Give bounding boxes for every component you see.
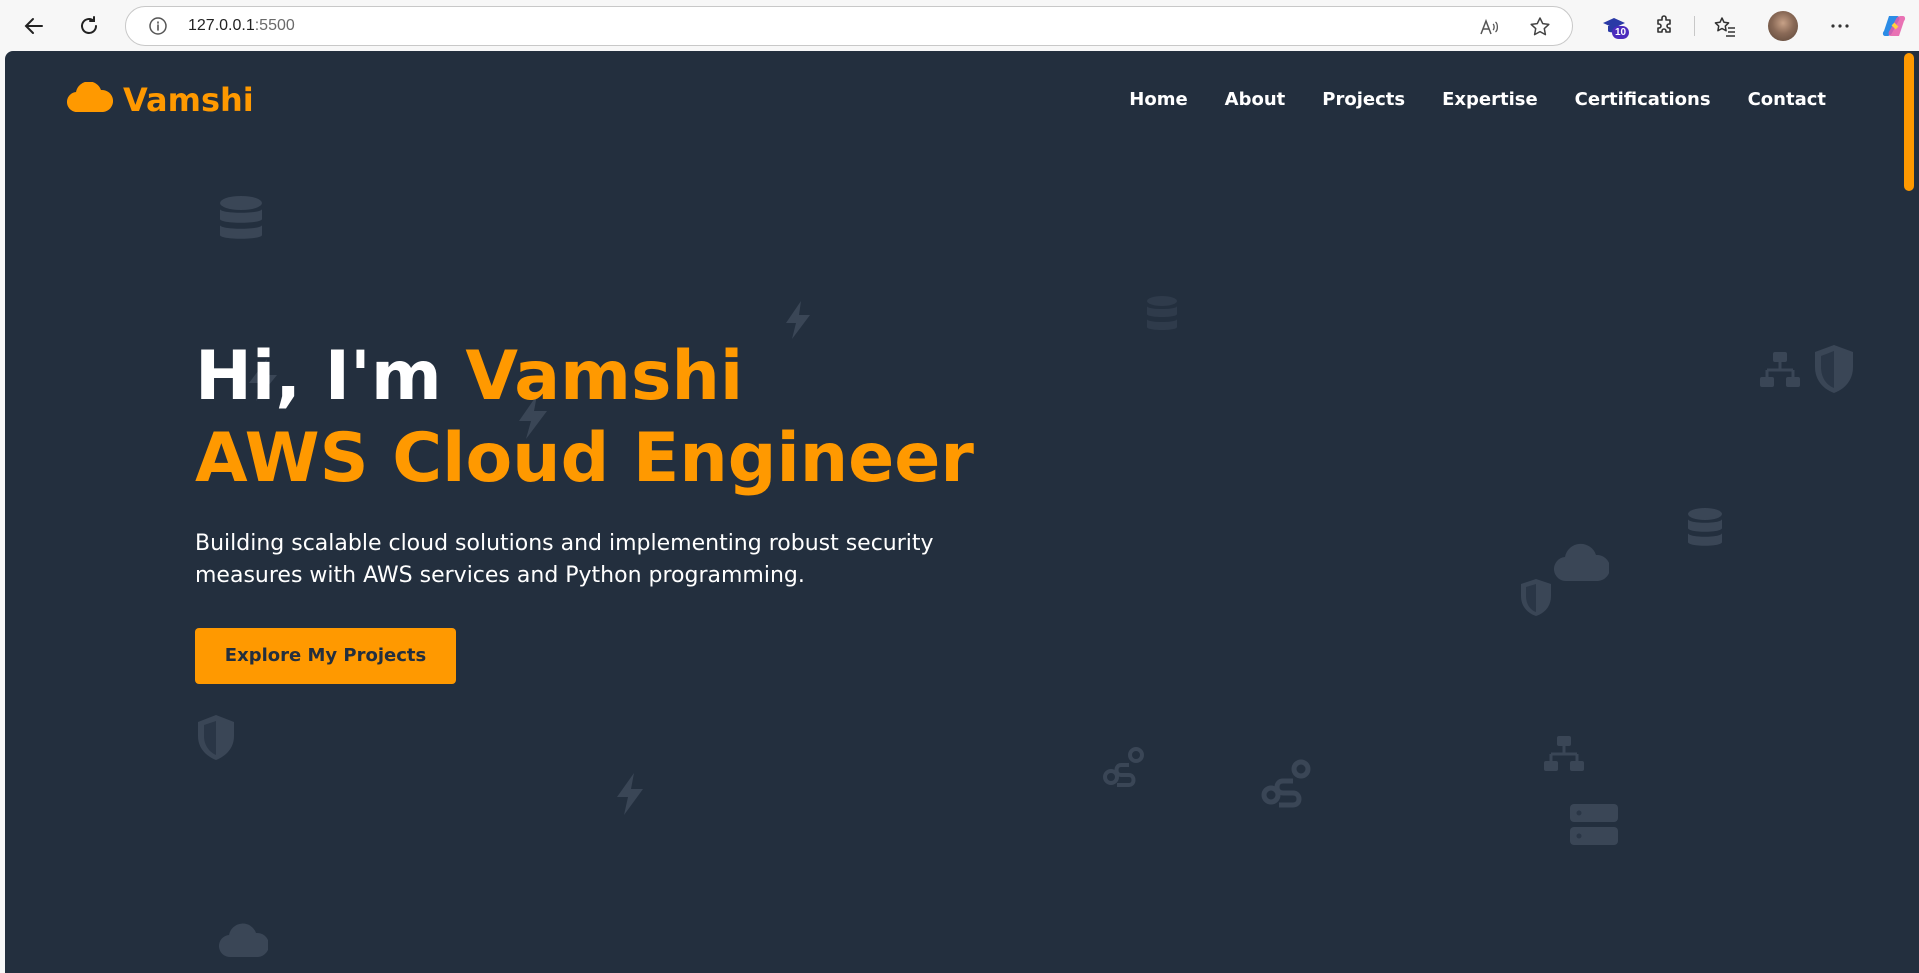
favorite-star-icon[interactable] <box>1528 15 1552 39</box>
lightning-bolt-icon <box>783 299 813 341</box>
server-icon <box>1569 803 1619 847</box>
more-options-icon[interactable] <box>1824 10 1856 42</box>
hero-greeting-line: Hi, I'm Vamshi <box>195 336 974 418</box>
cloud-icon <box>1553 543 1609 583</box>
hero-role: AWS Cloud Engineer <box>195 419 974 498</box>
shield-icon <box>1518 577 1554 617</box>
toolbar-divider <box>1694 16 1695 36</box>
copilot-icon[interactable] <box>1878 10 1910 42</box>
site-logo[interactable]: Vamshi <box>66 80 254 119</box>
favorites-list-icon[interactable] <box>1709 10 1741 42</box>
read-aloud-icon[interactable] <box>1478 16 1500 38</box>
hero-greeting: Hi, I'm <box>195 337 466 416</box>
cloud-icon <box>66 80 114 119</box>
lightning-bolt-icon <box>613 771 647 817</box>
nav-projects[interactable]: Projects <box>1322 89 1405 110</box>
extension-graduation-icon[interactable]: 10 <box>1598 10 1630 42</box>
main-menu: Home About Projects Expertise Certificat… <box>1129 89 1826 110</box>
extensions-puzzle-icon[interactable] <box>1649 10 1681 42</box>
page-scrollbar-thumb[interactable] <box>1904 53 1914 191</box>
webpage-viewport: Vamshi Home About Projects Expertise Cer… <box>5 51 1898 973</box>
shield-icon <box>1811 343 1857 395</box>
site-info-icon[interactable] <box>148 16 168 36</box>
nav-home[interactable]: Home <box>1129 89 1187 110</box>
back-arrow-icon[interactable] <box>18 10 50 42</box>
nav-about[interactable]: About <box>1225 89 1286 110</box>
refresh-icon[interactable] <box>73 10 105 42</box>
profile-avatar[interactable] <box>1768 11 1798 41</box>
extension-badge: 10 <box>1612 26 1630 39</box>
nav-expertise[interactable]: Expertise <box>1442 89 1538 110</box>
nav-certifications[interactable]: Certifications <box>1575 89 1711 110</box>
database-icon <box>1686 507 1724 551</box>
database-icon <box>1145 295 1179 335</box>
address-bar[interactable]: 127.0.0.1:5500 <box>125 6 1573 46</box>
hero-name: Vamshi <box>465 337 744 416</box>
route-icon <box>1103 747 1145 789</box>
hero-section: Hi, I'm Vamshi AWS Cloud Engineer Buildi… <box>195 336 974 684</box>
database-icon <box>218 195 264 247</box>
route-icon <box>1261 759 1313 809</box>
logo-text: Vamshi <box>123 81 254 119</box>
cloud-icon <box>218 923 268 959</box>
site-navbar: Vamshi Home About Projects Expertise Cer… <box>5 51 1898 151</box>
network-icon <box>1759 351 1801 389</box>
nav-contact[interactable]: Contact <box>1748 89 1826 110</box>
hero-description: Building scalable cloud solutions and im… <box>195 531 934 588</box>
browser-toolbar: 127.0.0.1:5500 10 <box>0 0 1919 51</box>
url-text[interactable]: 127.0.0.1:5500 <box>188 17 295 35</box>
shield-icon <box>194 713 238 761</box>
network-icon <box>1543 735 1585 773</box>
explore-projects-button[interactable]: Explore My Projects <box>195 628 456 684</box>
